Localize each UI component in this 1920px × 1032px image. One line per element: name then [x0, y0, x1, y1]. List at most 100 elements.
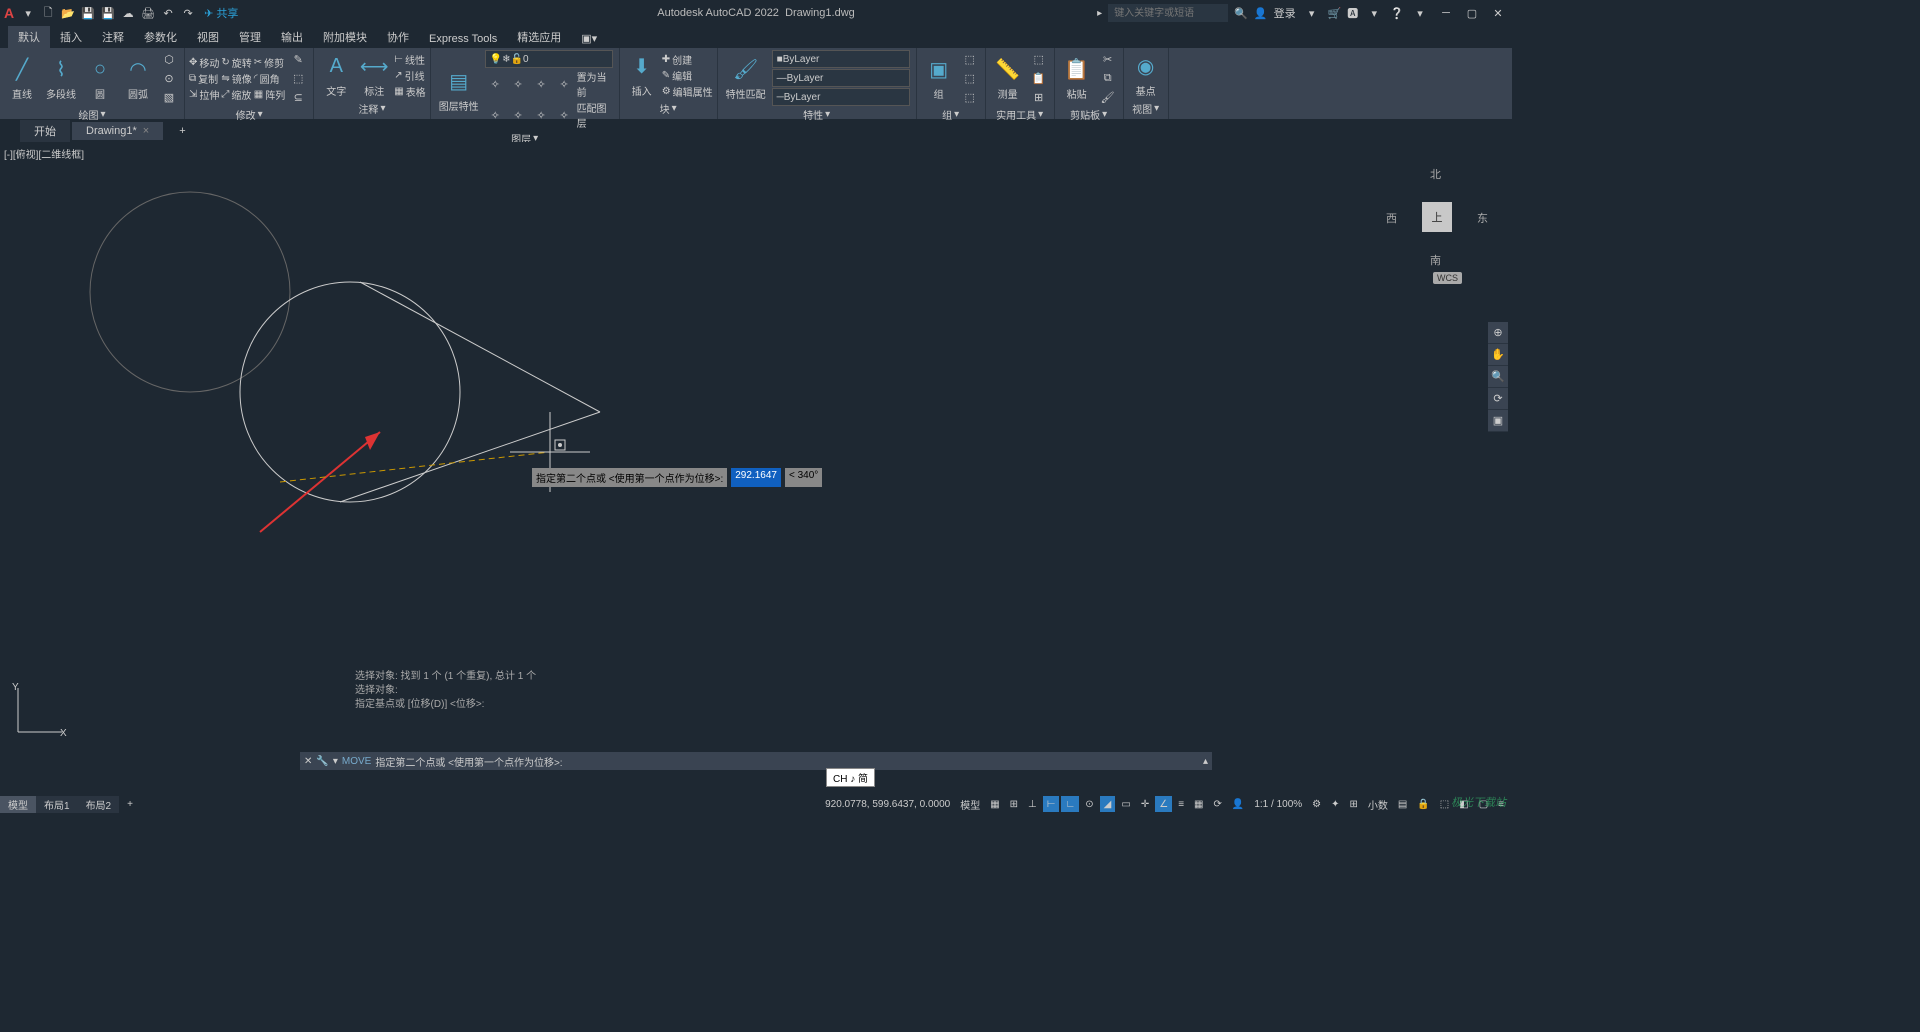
qat-undo-icon[interactable]: ↶	[159, 4, 177, 22]
measure-button[interactable]: 📏测量	[990, 54, 1026, 103]
scale-display[interactable]: 1:1 / 100%	[1250, 796, 1306, 812]
move-button[interactable]: ✥ 移动	[189, 55, 219, 70]
tab-default[interactable]: 默认	[8, 26, 50, 48]
maximize-button[interactable]: ▢	[1462, 4, 1482, 22]
nav-show-icon[interactable]: ▣	[1488, 410, 1508, 432]
cmdline-customize-icon[interactable]: 🔧	[316, 756, 328, 767]
group-m2[interactable]: ⬚	[959, 69, 981, 87]
nav-pan-icon[interactable]: ✋	[1488, 344, 1508, 366]
dimension-button[interactable]: ⟷标注	[356, 51, 392, 100]
tab-manage[interactable]: 管理	[229, 26, 271, 48]
cube-top-face[interactable]: 上	[1422, 202, 1452, 232]
draw-misc-1[interactable]: ⬡	[158, 50, 180, 68]
modify-misc-3[interactable]: ⊆	[287, 88, 309, 106]
arc-button[interactable]: ◠圆弧	[120, 54, 156, 103]
util-m1[interactable]: ⬚	[1028, 50, 1050, 68]
snap-toggle-icon[interactable]: ⊞	[1006, 796, 1022, 812]
annoscale-toggle-icon[interactable]: 👤	[1228, 796, 1248, 812]
cmdline-close-icon[interactable]: ✕	[304, 756, 312, 767]
annovisibility-icon[interactable]: ✦	[1327, 796, 1343, 812]
qat-app-menu[interactable]: ▾	[19, 4, 37, 22]
mirror-button[interactable]: ⇋ 镜像	[221, 71, 251, 86]
draw-misc-2[interactable]: ⊙	[158, 69, 180, 87]
brush-icon[interactable]: 🖌	[1097, 88, 1119, 106]
cart-icon[interactable]: 🛒	[1328, 7, 1342, 20]
modify-misc-1[interactable]: ✎	[287, 50, 309, 68]
draw-misc-3[interactable]: ▧	[158, 88, 180, 106]
modify-misc-2[interactable]: ⬚	[287, 69, 309, 87]
cube-west[interactable]: 西	[1386, 210, 1397, 226]
tab-parametric[interactable]: 参数化	[134, 26, 187, 48]
color-combo[interactable]: ■ ByLayer	[772, 50, 910, 68]
nav-orbit-icon[interactable]: ⟳	[1488, 388, 1508, 410]
cmdline-scroll-icon[interactable]: ▴	[1203, 756, 1208, 767]
line-button[interactable]: ╱直线	[4, 54, 40, 103]
tab-collaborate[interactable]: 协作	[377, 26, 419, 48]
cube-south[interactable]: 南	[1430, 252, 1441, 268]
tab-addins[interactable]: 附加模块	[313, 26, 377, 48]
units-display[interactable]: 小数	[1364, 796, 1392, 812]
layout-tab-model[interactable]: 模型	[0, 796, 36, 813]
qat-save-icon[interactable]: 💾	[79, 4, 97, 22]
tab-collapse-icon[interactable]: ▣▾	[571, 29, 607, 48]
search-input[interactable]	[1108, 4, 1228, 22]
util-m2[interactable]: 📋	[1028, 69, 1050, 87]
help-dropdown-icon[interactable]: ▾	[1411, 4, 1429, 22]
nav-zoom-icon[interactable]: 🔍	[1488, 366, 1508, 388]
login-dropdown-icon[interactable]: ▾	[1303, 4, 1321, 22]
ortho-toggle-icon[interactable]: ∟	[1061, 796, 1079, 812]
grid-toggle-icon[interactable]: ▦	[986, 796, 1003, 812]
panel-block-title[interactable]: 块 ▾	[624, 100, 713, 117]
layer-combo[interactable]: 💡❄🔓 0	[485, 50, 613, 68]
3dosnap-toggle-icon[interactable]: ✛	[1137, 796, 1153, 812]
dynin-angle-input[interactable]: < 340°	[785, 468, 822, 487]
util-m3[interactable]: ⊞	[1028, 88, 1050, 106]
lock-ui-icon[interactable]: 🔒	[1413, 796, 1433, 812]
layer-m3[interactable]: ✧	[531, 75, 552, 93]
polar-toggle-icon[interactable]: ⊙	[1081, 796, 1097, 812]
panel-view-title[interactable]: 视图 ▾	[1128, 100, 1164, 117]
copy-icon[interactable]: ⧉	[1097, 69, 1119, 87]
text-button[interactable]: A文字	[318, 51, 354, 100]
lwt-toggle-icon[interactable]: ≡	[1174, 796, 1188, 812]
close-button[interactable]: ✕	[1488, 4, 1508, 22]
layer-m5[interactable]: ✧	[485, 106, 506, 124]
login-button[interactable]: 登录	[1274, 5, 1296, 21]
panel-group-title[interactable]: 组 ▾	[921, 106, 981, 123]
qat-redo-icon[interactable]: ↷	[179, 4, 197, 22]
paste-button[interactable]: 📋粘贴	[1059, 54, 1095, 103]
copy-button[interactable]: ⧉ 复制	[189, 71, 219, 86]
leader-button[interactable]: ↗ 引线	[394, 68, 425, 83]
filetab-add[interactable]: +	[165, 122, 199, 140]
edit-block-button[interactable]: ✎ 编辑	[662, 68, 713, 83]
cycle-toggle-icon[interactable]: ⟳	[1209, 796, 1225, 812]
space-toggle[interactable]: 模型	[956, 796, 984, 812]
layout-tab-2[interactable]: 布局2	[78, 796, 120, 813]
nav-fullnav-icon[interactable]: ⊕	[1488, 322, 1508, 344]
circle-button[interactable]: ○圆	[82, 54, 118, 103]
qat-open-icon[interactable]: 📂	[59, 4, 77, 22]
layer-m7[interactable]: ✧	[531, 106, 552, 124]
infer-toggle-icon[interactable]: ⊥	[1024, 796, 1041, 812]
transp-toggle-icon[interactable]: ▦	[1190, 796, 1207, 812]
coords-display[interactable]: 920.0778, 599.6437, 0.0000	[821, 796, 954, 812]
iso-toggle-icon[interactable]: ◢	[1100, 796, 1116, 812]
panel-utils-title[interactable]: 实用工具 ▾	[990, 106, 1050, 123]
workspace-icon[interactable]: ⊞	[1346, 796, 1362, 812]
dynin-distance-input[interactable]: 292.1647	[731, 468, 781, 487]
filetab-start[interactable]: 开始	[20, 120, 70, 142]
dyninput-toggle-icon[interactable]: ⊢	[1043, 796, 1060, 812]
panel-annotation-title[interactable]: 注释 ▾	[318, 100, 425, 117]
app-icon[interactable]: 🅰	[1347, 5, 1358, 21]
match-properties-button[interactable]: 🖌特性匹配	[722, 54, 770, 103]
drawing-area[interactable]: [-][俯视][二维线框] 指定第二个点或 <使用第一个点作为位移>: 292.…	[0, 142, 1512, 770]
cut-icon[interactable]: ✂	[1097, 50, 1119, 68]
cube-east[interactable]: 东	[1477, 210, 1488, 226]
layout-tab-1[interactable]: 布局1	[36, 796, 78, 813]
user-icon[interactable]: 👤	[1254, 7, 1268, 20]
create-block-button[interactable]: ✚ 创建	[662, 52, 713, 67]
qat-web-icon[interactable]: ☁	[119, 4, 137, 22]
command-line[interactable]: ✕ 🔧 ▾ MOVE 指定第二个点或 <使用第一个点作为位移>: ▴	[300, 752, 1212, 770]
cmdline-dropdown-icon[interactable]: ▾	[333, 756, 338, 767]
edit-attr-button[interactable]: ⚙ 编辑属性	[662, 84, 713, 99]
